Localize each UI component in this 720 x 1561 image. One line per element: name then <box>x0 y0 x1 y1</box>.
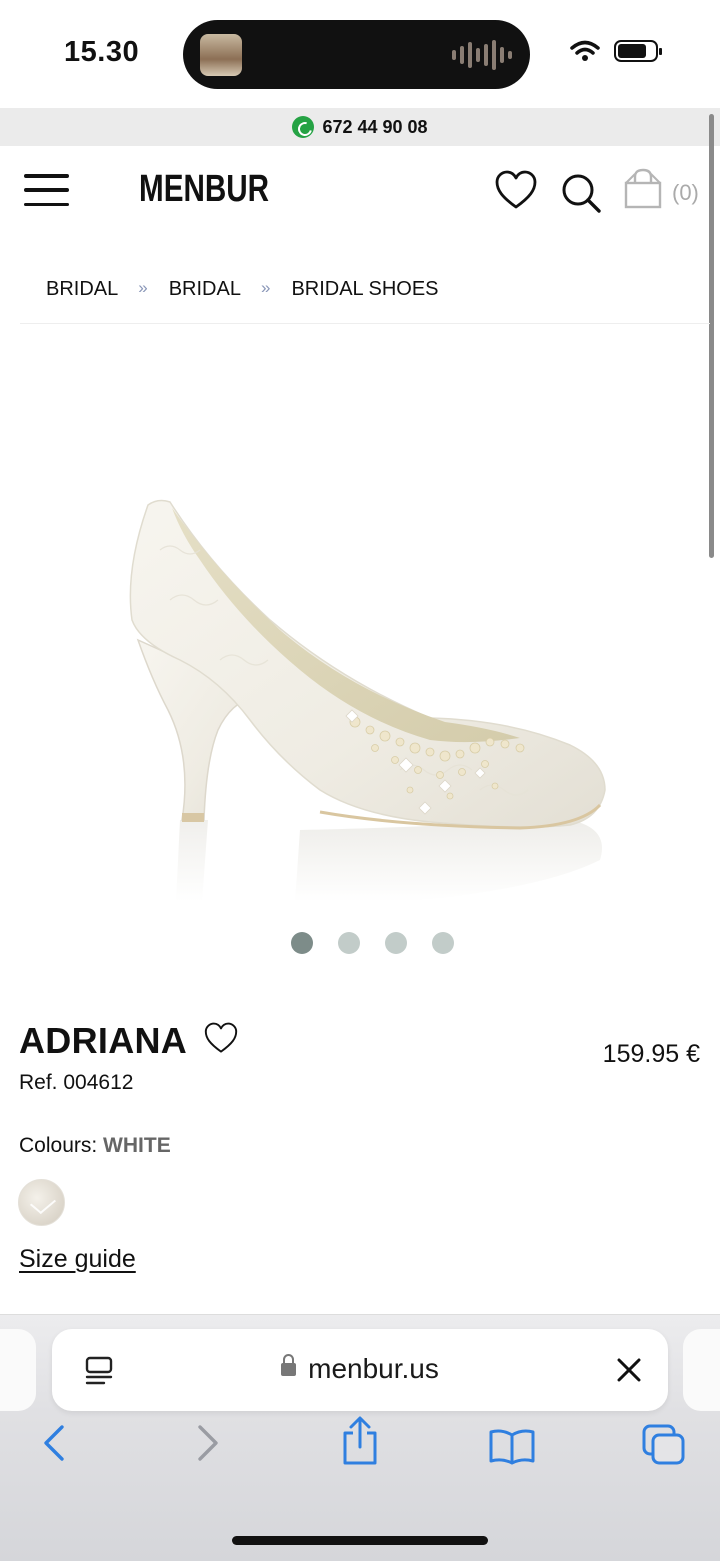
breadcrumb-item[interactable]: BRIDAL <box>46 278 118 301</box>
dynamic-island[interactable] <box>183 20 530 89</box>
image-carousel-dots <box>291 932 454 954</box>
next-tab-preview[interactable] <box>683 1329 720 1411</box>
share-icon[interactable] <box>340 1415 380 1467</box>
bag-icon[interactable] <box>623 168 663 210</box>
home-indicator <box>232 1536 488 1545</box>
status-bar: 15.30 <box>0 0 720 108</box>
close-icon[interactable] <box>616 1357 642 1383</box>
heart-icon[interactable] <box>203 1022 239 1054</box>
colours-label: Colours: WHITE <box>19 1134 171 1158</box>
product-price: 159.95 € <box>602 1040 700 1068</box>
breadcrumb: BRIDAL » BRIDAL » BRIDAL SHOES <box>46 278 439 301</box>
site-header: MENBUR (0) <box>0 146 720 236</box>
breadcrumb-separator: » <box>260 277 271 297</box>
phone-number[interactable]: 672 44 90 08 <box>322 117 427 138</box>
battery-icon <box>614 40 662 62</box>
carousel-dot[interactable] <box>338 932 360 954</box>
carousel-dot[interactable] <box>291 932 313 954</box>
colour-swatch-white[interactable] <box>18 1179 65 1226</box>
divider <box>20 323 710 324</box>
search-icon[interactable] <box>560 172 602 214</box>
url-display[interactable]: menbur.us <box>52 1353 668 1385</box>
tabs-icon[interactable] <box>640 1423 688 1467</box>
chevron-right-icon[interactable] <box>194 1423 222 1463</box>
colours-title: Colours: <box>19 1134 98 1157</box>
breadcrumb-item[interactable]: BRIDAL SHOES <box>291 278 438 301</box>
carousel-dot[interactable] <box>432 932 454 954</box>
whatsapp-icon <box>292 116 315 138</box>
size-guide-link[interactable]: Size guide <box>19 1245 136 1274</box>
cart-count[interactable]: (0) <box>672 180 699 206</box>
hamburger-icon[interactable] <box>24 174 69 206</box>
browser-toolbar: menbur.us <box>0 1315 720 1561</box>
contact-bar[interactable]: 672 44 90 08 <box>0 108 720 146</box>
product-image[interactable] <box>100 350 660 910</box>
breadcrumb-separator: » <box>138 277 148 297</box>
audio-waveform-icon <box>452 40 512 70</box>
product-title: ADRIANA <box>19 1020 188 1061</box>
wifi-icon <box>570 40 600 61</box>
colour-value: WHITE <box>103 1134 171 1157</box>
address-bar[interactable]: menbur.us <box>52 1329 668 1411</box>
url-text: menbur.us <box>308 1353 439 1384</box>
breadcrumb-item[interactable]: BRIDAL <box>169 278 241 301</box>
carousel-dot[interactable] <box>385 932 407 954</box>
site-logo[interactable]: MENBUR <box>139 168 269 211</box>
status-time: 15.30 <box>64 36 140 68</box>
product-ref: Ref. 004612 <box>19 1071 134 1094</box>
heart-icon[interactable] <box>494 170 538 210</box>
previous-tab-preview[interactable] <box>0 1329 36 1411</box>
book-icon[interactable] <box>488 1427 536 1465</box>
lock-icon <box>281 1354 297 1376</box>
status-icons <box>570 40 662 62</box>
now-playing-artwork <box>200 34 242 76</box>
chevron-left-icon[interactable] <box>40 1423 68 1463</box>
